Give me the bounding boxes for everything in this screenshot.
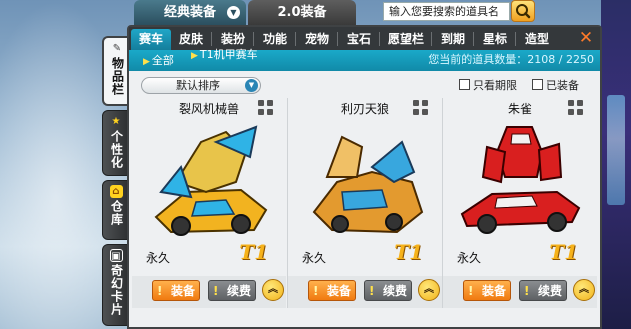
category-tab-bar: 赛车 皮肤 装扮 功能 宠物 宝石 愿望栏 到期 星标 造型 ✕: [129, 27, 600, 50]
tab-racecar[interactable]: 赛车: [131, 29, 171, 50]
search-input[interactable]: 输入您要搜索的道具名: [383, 2, 510, 21]
wrench-icon: ✎: [112, 43, 122, 54]
sort-dropdown[interactable]: 默认排序 ▼: [141, 77, 261, 94]
upgrade-chevron-icon[interactable]: ︽: [573, 279, 595, 301]
search-icon: [516, 4, 531, 19]
exclamation-icon: !: [313, 284, 319, 298]
filter-bar: ▶ 全部 ▶ T1机甲赛车 您当前的道具数量：2108 / 2250: [129, 48, 600, 71]
car-image: [154, 125, 268, 236]
checkbox-box[interactable]: [459, 79, 470, 90]
chevron-down-icon[interactable]: ▼: [227, 6, 240, 19]
checkbox-expiring-only-label: 只看期限: [473, 79, 517, 92]
tab-classic-equipment[interactable]: 经典装备 ▼: [134, 0, 246, 25]
side-tab-fantasy-cards-label: 奇幻卡片: [109, 264, 124, 316]
item-count: 您当前的道具数量：2108 / 2250: [428, 53, 594, 66]
side-tab-personalize[interactable]: ★ 个性化: [102, 110, 130, 176]
tier-badge: T1: [549, 240, 578, 264]
tab-equipment-2[interactable]: 2.0装备: [248, 0, 356, 25]
tab-skin[interactable]: 皮肤: [171, 29, 211, 50]
tab-expiring[interactable]: 到期: [433, 29, 473, 50]
filter-all[interactable]: ▶ 全部: [143, 55, 174, 68]
renew-button[interactable]: ! 续费: [519, 280, 567, 301]
item-duration: 永久: [457, 251, 482, 265]
renew-button[interactable]: ! 续费: [364, 280, 412, 301]
arrow-right-icon: ▶: [191, 51, 198, 61]
renew-label: 续费: [226, 284, 251, 298]
side-tab-personalize-label: 个性化: [109, 130, 124, 169]
item-duration: 永久: [302, 251, 327, 265]
grid-view-icon[interactable]: [413, 100, 429, 116]
tab-starred[interactable]: 星标: [475, 29, 515, 50]
side-tab-warehouse-label: 仓库: [109, 200, 124, 226]
grid-view-icon[interactable]: [258, 100, 274, 116]
equip-label: 装备: [326, 284, 351, 298]
filter-t1-mecha[interactable]: ▶ T1机甲赛车: [191, 48, 263, 61]
card-actions: ! 装备 ! 续费 ︽: [132, 276, 286, 308]
equip-button[interactable]: ! 装备: [463, 280, 511, 301]
equip-button[interactable]: ! 装备: [308, 280, 356, 301]
tier-badge: T1: [394, 240, 423, 264]
upgrade-chevron-icon[interactable]: ︽: [262, 279, 284, 301]
close-icon[interactable]: ✕: [576, 29, 596, 48]
tab-pet[interactable]: 宠物: [297, 29, 337, 50]
checkbox-equipped-label: 已装备: [546, 79, 579, 92]
exclamation-icon: !: [369, 284, 375, 298]
equip-label: 装备: [170, 284, 195, 298]
side-tab-inventory[interactable]: ✎ 物品栏: [102, 36, 130, 106]
card-actions: ! 装备 ! 续费 ︽: [443, 276, 597, 308]
filter-all-label: 全部: [151, 54, 174, 67]
side-tab-warehouse[interactable]: ⌂ 仓库: [102, 180, 130, 240]
exclamation-icon: !: [468, 284, 474, 298]
tab-equipment-2-label: 2.0装备: [277, 5, 327, 20]
item-card[interactable]: 朱雀 永久 T1 ! 装备 ! 续费 ︽: [442, 98, 597, 308]
tab-classic-equipment-label: 经典装备: [163, 5, 216, 20]
upgrade-chevron-icon[interactable]: ︽: [418, 279, 440, 301]
tab-appearance[interactable]: 造型: [517, 29, 557, 50]
exclamation-icon: !: [524, 284, 530, 298]
renew-label: 续费: [537, 284, 562, 298]
renew-label: 续费: [382, 284, 407, 298]
equip-button[interactable]: ! 装备: [152, 280, 200, 301]
checkbox-box[interactable]: [532, 79, 543, 90]
item-card[interactable]: 利刃天狼 永久 T1 ! 装备 ! 续费 ︽: [287, 98, 442, 308]
sort-label: 默认排序: [176, 79, 220, 92]
exclamation-icon: !: [157, 284, 163, 298]
item-card[interactable]: 裂风机械兽 永久 T1 ! 装备 ! 续费 ︽: [132, 98, 286, 308]
tab-gem[interactable]: 宝石: [339, 29, 379, 50]
checkbox-equipped[interactable]: 已装备: [532, 79, 579, 92]
tier-badge: T1: [239, 240, 268, 264]
card-icon: ▣: [109, 249, 123, 262]
side-tab-fantasy-cards[interactable]: ▣ 奇幻卡片: [102, 244, 130, 326]
filter-t1-mecha-label: T1机甲赛车: [199, 48, 258, 61]
house-icon: ⌂: [109, 185, 123, 198]
tab-wishlist[interactable]: 愿望栏: [381, 29, 431, 50]
exclamation-icon: !: [213, 284, 219, 298]
checkbox-expiring-only[interactable]: 只看期限: [459, 79, 517, 92]
card-actions: ! 装备 ! 续费 ︽: [288, 276, 442, 308]
item-duration: 永久: [146, 251, 171, 265]
side-tab-inventory-label: 物品栏: [110, 57, 125, 96]
chevron-down-icon: ▼: [245, 79, 258, 92]
tab-outfit[interactable]: 装扮: [213, 29, 253, 50]
renew-button[interactable]: ! 续费: [208, 280, 256, 301]
grid-view-icon[interactable]: [568, 100, 584, 116]
car-image: [460, 126, 581, 234]
background-right-art: [601, 0, 631, 329]
inventory-panel: 赛车 皮肤 装扮 功能 宠物 宝石 愿望栏 到期 星标 造型 ✕ ▶ 全部 ▶ T1…: [127, 25, 602, 329]
star-icon: ★: [111, 116, 121, 127]
arrow-right-icon: ▶: [143, 57, 150, 67]
search-button[interactable]: [511, 0, 535, 22]
tab-function[interactable]: 功能: [255, 29, 295, 50]
car-image: [312, 135, 424, 234]
equip-label: 装备: [481, 284, 506, 298]
